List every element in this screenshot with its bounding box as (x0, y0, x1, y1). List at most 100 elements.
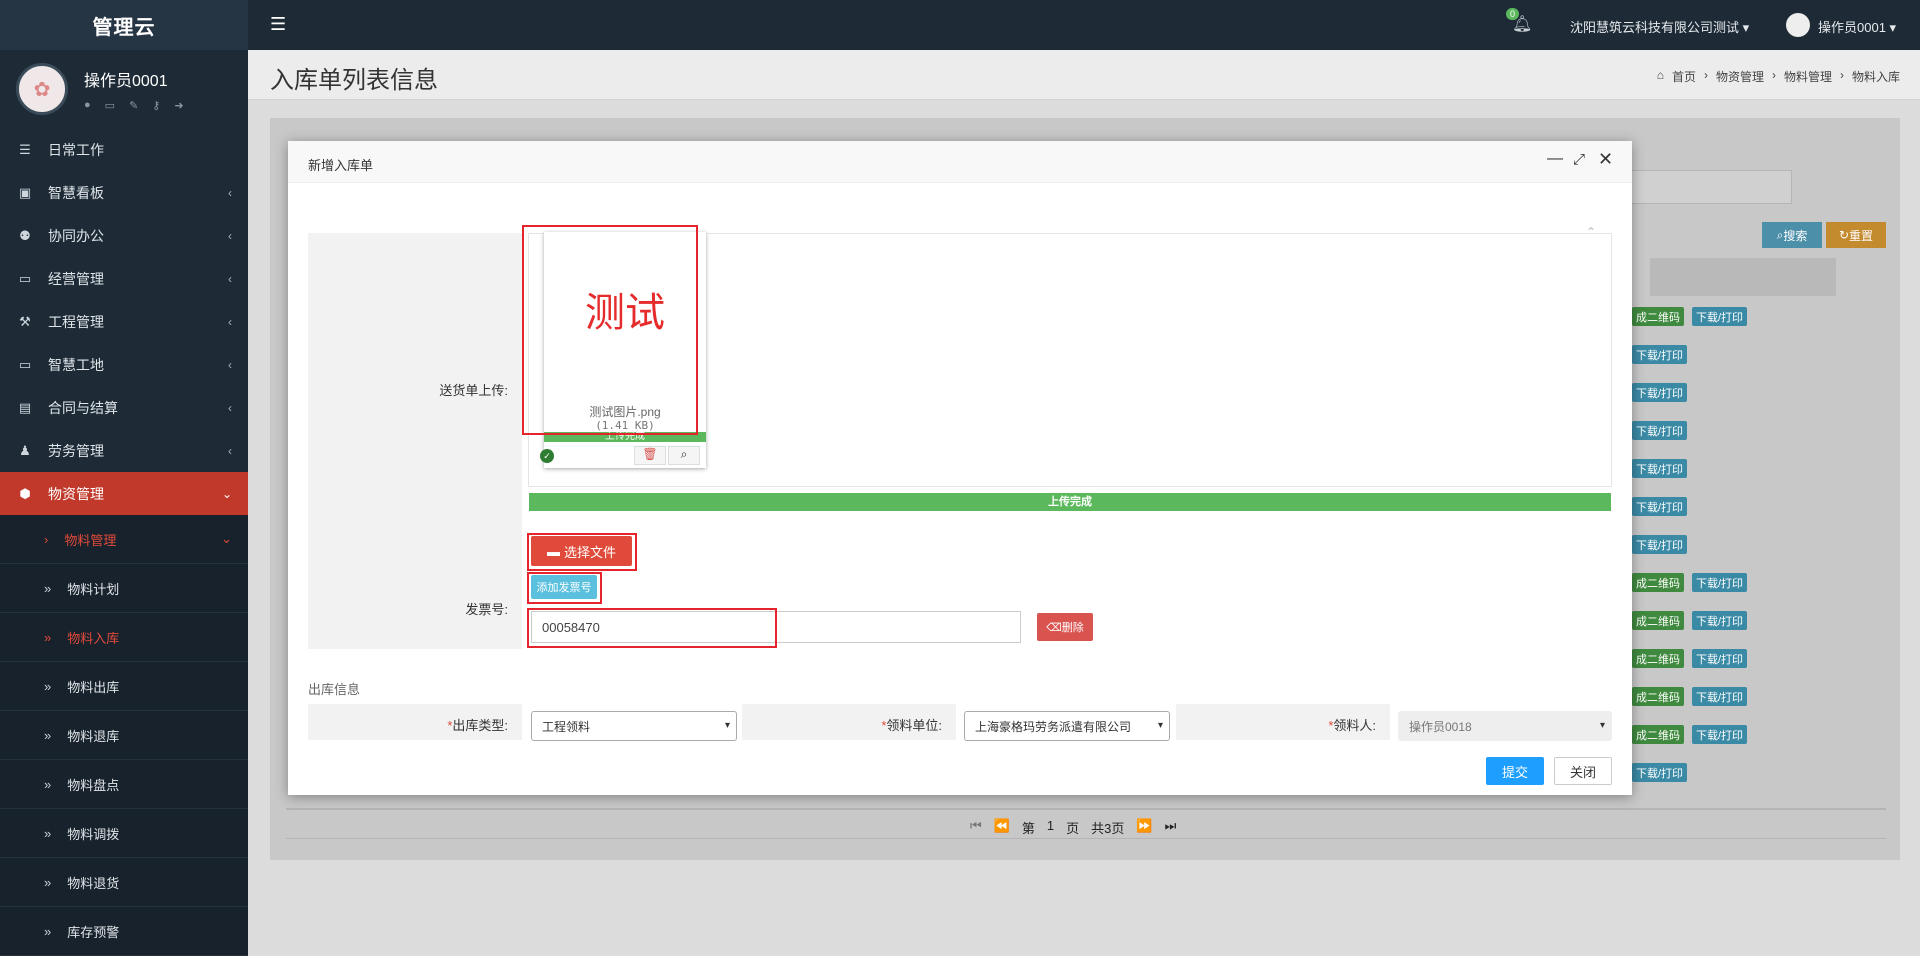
download-print-button[interactable]: 下载/打印 (1692, 649, 1748, 668)
chevron-down-icon: ▾ (1157, 720, 1163, 731)
next-page-icon[interactable]: ⏩ (1136, 818, 1152, 837)
unit-select[interactable]: 上海豪格玛劳务派遣有限公司 ▾ (964, 711, 1170, 741)
key-icon[interactable]: ⚷ (152, 99, 160, 112)
sidebar-item-labor[interactable]: ♟ 劳务管理 ‹ (0, 429, 248, 472)
caret-down-icon: ▾ (1742, 20, 1750, 35)
reset-button[interactable]: ↻ 重置 (1826, 222, 1886, 248)
user-dropdown[interactable]: 操作员0001 ▾ (1818, 17, 1896, 36)
breadcrumb: ⌂ 首页 › 物资管理 › 物料管理 › 物料入库 (1656, 68, 1900, 85)
breadcrumb-item[interactable]: 物资管理 (1716, 68, 1764, 85)
notification-badge: 0 (1506, 8, 1520, 20)
sidebar-item-materials[interactable]: ⬢ 物资管理 ⌄ (0, 472, 248, 515)
generate-qr-button[interactable]: 成二维码 (1632, 725, 1684, 744)
download-print-button[interactable]: 下载/打印 (1632, 763, 1688, 782)
edit-icon[interactable]: ✎ (129, 99, 138, 112)
prev-page-icon[interactable]: ⏪ (994, 818, 1010, 837)
download-print-button[interactable]: 下载/打印 (1692, 573, 1748, 592)
divider (286, 808, 1886, 810)
highlight-box (527, 533, 637, 571)
user-panel: ✿ 操作员0001 ● ▭ ✎ ⚷ ➜ (0, 50, 248, 128)
check-icon: ✓ (540, 449, 554, 463)
download-print-button[interactable]: 下载/打印 (1692, 687, 1748, 706)
search-button[interactable]: ⌕ 搜索 (1762, 222, 1822, 248)
download-print-button[interactable]: 下载/打印 (1692, 725, 1748, 744)
minimize-icon[interactable]: — (1547, 150, 1563, 168)
modal-title: 新增入库单 (308, 158, 374, 173)
out-type-select[interactable]: 工程领料 ▾ (531, 711, 737, 741)
cube-icon: ⬢ (19, 485, 31, 501)
download-print-button[interactable]: 下载/打印 (1692, 307, 1748, 326)
double-chevron-icon: » (44, 923, 52, 939)
sidebar-item-contract[interactable]: ▤ 合同与结算 ‹ (0, 386, 248, 429)
double-chevron-icon: » (44, 629, 52, 645)
collapse-icon[interactable]: ⌃ (1586, 225, 1596, 239)
sidebar-subitem-refund[interactable]: » 物料退货 (0, 858, 248, 907)
sidebar-subitem-label: 物料退货 (67, 875, 120, 891)
monitor-icon: ▭ (18, 356, 32, 372)
avatar[interactable]: ✿ (16, 63, 68, 115)
download-print-button[interactable]: 下载/打印 (1632, 497, 1688, 516)
delete-invoice-button[interactable]: ⌫ 删除 (1037, 613, 1093, 641)
last-page-icon[interactable]: ⏭ (1165, 818, 1177, 837)
logout-icon[interactable]: ➜ (174, 99, 183, 112)
person-label-text: 领料人: (1333, 718, 1376, 733)
sidebar-item-engineering[interactable]: ⚒ 工程管理 ‹ (0, 300, 248, 343)
company-dropdown[interactable]: 沈阳慧筑云科技有限公司测试 ▾ (1570, 17, 1749, 36)
download-print-button[interactable]: 下载/打印 (1632, 345, 1688, 364)
delete-file-icon[interactable]: 🗑︎ (634, 446, 666, 465)
topbar-avatar[interactable] (1786, 13, 1810, 37)
sidebar-item-business[interactable]: ▭ 经营管理 ‹ (0, 257, 248, 300)
sidebar-subitem-transfer[interactable]: » 物料调拨 (0, 809, 248, 858)
sidebar-subitem-warning[interactable]: » 库存预警 (0, 907, 248, 956)
sidebar-item-collab[interactable]: ⚉ 协同办公 ‹ (0, 214, 248, 257)
reset-label: 重置 (1849, 228, 1874, 243)
card-icon[interactable]: ▭ (105, 99, 115, 112)
sidebar-subitem-plan[interactable]: » 物料计划 (0, 564, 248, 613)
generate-qr-button[interactable]: 成二维码 (1632, 573, 1684, 592)
generate-qr-button[interactable]: 成二维码 (1632, 611, 1684, 630)
breadcrumb-item[interactable]: 物料管理 (1784, 68, 1832, 85)
download-print-button[interactable]: 下载/打印 (1692, 611, 1748, 630)
sidebar-subitem-inbound[interactable]: » 物料入库 (0, 613, 248, 662)
download-print-button[interactable]: 下载/打印 (1632, 535, 1688, 554)
generate-qr-button[interactable]: 成二维码 (1632, 649, 1684, 668)
close-icon[interactable]: ✕ (1598, 149, 1613, 170)
sidebar-item-smart-site[interactable]: ▭ 智慧工地 ‹ (0, 343, 248, 386)
submit-button[interactable]: 提交 (1486, 757, 1544, 785)
monitor-icon: ▭ (18, 270, 32, 286)
sidebar-item-label: 日常工作 (48, 141, 104, 158)
first-page-icon[interactable]: ⏮ (970, 818, 982, 837)
sidebar-subitem-return[interactable]: » 物料退库 (0, 711, 248, 760)
close-button[interactable]: 关闭 (1554, 757, 1612, 785)
company-name: 沈阳慧筑云科技有限公司测试 (1570, 20, 1740, 35)
double-chevron-icon: » (44, 678, 52, 694)
pager-input[interactable]: 1 (1047, 818, 1054, 837)
download-print-button[interactable]: 下载/打印 (1632, 459, 1688, 478)
sidebar-subitem-outbound[interactable]: » 物料出库 (0, 662, 248, 711)
highlight-box (527, 572, 602, 604)
generate-qr-button[interactable]: 成二维码 (1632, 307, 1684, 326)
sidebar-item-label: 智慧工地 (48, 356, 104, 373)
unit-label: *领料单位: (881, 718, 942, 733)
breadcrumb-item[interactable]: 首页 (1672, 68, 1696, 85)
download-print-button[interactable]: 下载/打印 (1632, 421, 1688, 440)
person-select[interactable]: 操作员0018 ▾ (1398, 711, 1612, 741)
sidebar-item-dashboard[interactable]: ▣ 智慧看板 ‹ (0, 171, 248, 214)
sidebar-item-daily-work[interactable]: ☰ 日常工作 (0, 128, 248, 171)
dashboard-icon: ▣ (18, 184, 32, 200)
download-print-button[interactable]: 下载/打印 (1632, 383, 1688, 402)
sidebar-subitem-inventory[interactable]: » 物料盘点 (0, 760, 248, 809)
menu-toggle-icon[interactable]: ☰ (270, 14, 286, 35)
chevron-left-icon: ‹ (228, 314, 232, 329)
generate-qr-button[interactable]: 成二维码 (1632, 687, 1684, 706)
zoom-icon[interactable]: ⌕ (668, 446, 700, 465)
caret-down-icon: ▾ (1599, 720, 1605, 731)
sidebar-subitem-material-mgmt[interactable]: › 物料管理 ⌄ (0, 515, 248, 564)
chevron-down-icon: ▾ (724, 720, 730, 731)
maximize-icon[interactable]: ⤢ (1573, 151, 1585, 168)
delete-label: 删除 (1061, 622, 1084, 634)
user-icon[interactable]: ● (84, 99, 91, 112)
table-header (1650, 258, 1836, 296)
topbar-user-name: 操作员0001 (1818, 20, 1886, 35)
sidebar: 管理云 ✿ 操作员0001 ● ▭ ✎ ⚷ ➜ ☰ 日常工作 ▣ 智慧看板 ‹ ⚉ 协同… (0, 0, 248, 956)
